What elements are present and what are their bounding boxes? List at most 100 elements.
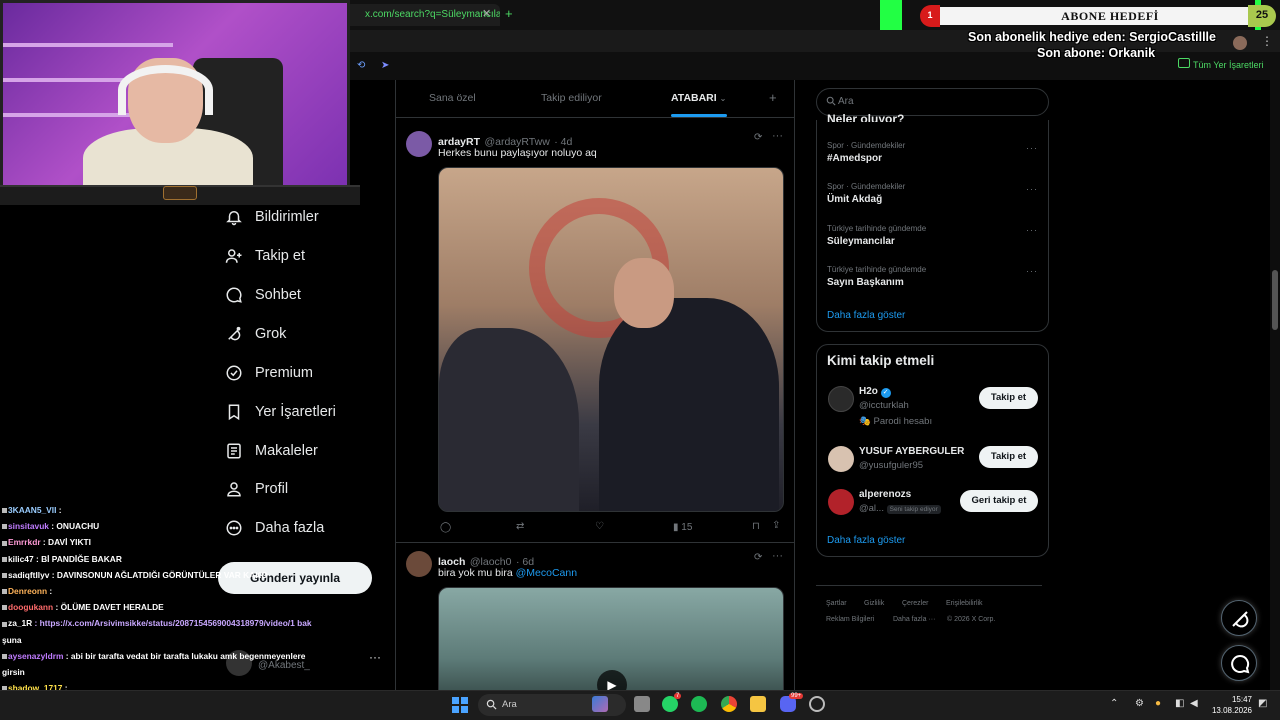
trend-name[interactable]: Ümit Akdağ (827, 194, 882, 205)
grok-icon[interactable]: ⟳ (754, 132, 762, 143)
nav-profile[interactable]: Profil (224, 475, 288, 503)
volume-icon[interactable]: ◧ (1175, 698, 1184, 709)
task-view-icon[interactable] (634, 696, 650, 712)
scrollbar-thumb[interactable] (1272, 270, 1278, 330)
profile-avatar[interactable] (1233, 36, 1247, 50)
trend-more-icon[interactable]: ··· (1026, 184, 1038, 194)
tab-following[interactable]: Takip ediliyor (541, 92, 602, 104)
follow-handle-text: @al... (859, 503, 884, 514)
headphones (118, 65, 213, 115)
share-icon[interactable]: ⇪ (772, 520, 780, 531)
tweet-video[interactable]: ▶ (438, 587, 784, 707)
chat-badge-icon (2, 605, 7, 611)
taskbar-clock[interactable]: 15:47 13.08.2026 (1206, 694, 1252, 716)
follow-name[interactable]: H2o ✓ (859, 386, 891, 398)
tweet-more-icon[interactable]: ··· (772, 550, 783, 562)
footer-link[interactable]: Gizlilik (864, 600, 884, 607)
footer-link[interactable]: Daha fazla ··· (893, 616, 935, 623)
follow-avatar[interactable] (828, 446, 854, 472)
speaker-icon[interactable]: ◀ (1190, 698, 1198, 709)
nav-chat[interactable]: Sohbet (224, 281, 301, 309)
grok-icon[interactable]: ⟳ (754, 552, 762, 563)
bookmark-icon[interactable]: ⊓ (752, 521, 760, 532)
close-tab-icon[interactable]: ✕ (482, 7, 491, 20)
grok-fab[interactable] (1221, 600, 1257, 636)
follow-button[interactable]: Takip et (979, 387, 1038, 409)
tweet-text-body: bira yok mu bira (438, 567, 516, 579)
chat-message: şuna (2, 634, 22, 646)
nav-premium[interactable]: Premium (224, 359, 313, 387)
app-icon[interactable] (809, 696, 825, 712)
tweet-more-icon[interactable]: ··· (772, 130, 783, 142)
folder-icon[interactable] (750, 696, 766, 712)
new-tab-button[interactable]: + (505, 6, 513, 21)
account-more-icon[interactable]: ··· (369, 650, 381, 664)
sub-goal-title: ABONE HEDEFİ (1061, 9, 1159, 23)
tweet-mention[interactable]: @MecoCann (516, 567, 577, 579)
nav-grok[interactable]: Grok (224, 320, 286, 348)
nav-bookmarks[interactable]: Yer İşaretleri (224, 398, 336, 426)
nav-label: Bildirimler (255, 209, 319, 225)
retweet-icon[interactable]: ⇄ (516, 521, 524, 532)
like-icon[interactable]: ♡ (595, 521, 604, 532)
trend-more-icon[interactable]: ··· (1026, 225, 1038, 235)
chrome-icon[interactable] (721, 696, 737, 712)
messages-fab[interactable] (1221, 645, 1257, 681)
tweet-avatar[interactable] (406, 551, 432, 577)
tweet-video[interactable] (438, 167, 784, 512)
follow-name[interactable]: alperenozs (859, 489, 911, 500)
chat-username: za_1R (8, 618, 33, 629)
folder-icon (1178, 58, 1190, 68)
windows-start-icon[interactable] (452, 697, 468, 713)
footer-link[interactable]: Çerezler (902, 600, 928, 607)
scrollbar-track[interactable] (1270, 80, 1280, 690)
follow-name[interactable]: YUSUF AYBERGULER (859, 446, 964, 457)
add-tab-button[interactable]: + (769, 90, 777, 105)
chat-username: Denreonn (8, 586, 48, 596)
trend-name[interactable]: Süleymancılar (827, 236, 895, 247)
chevron-up-icon[interactable]: ⌃ (1110, 698, 1118, 709)
follow-button[interactable]: Takip et (979, 446, 1038, 468)
follows-you-badge: Seni takip ediyor (886, 505, 941, 514)
bookmarks-folder-all[interactable]: Tüm Yer İşaretleri (1193, 60, 1264, 70)
trend-more-icon[interactable]: ··· (1026, 143, 1038, 153)
nav-more[interactable]: Daha fazla (224, 514, 324, 542)
follow-show-more[interactable]: Daha fazla göster (827, 535, 905, 546)
tab-atabari[interactable]: ATABARI ⌄ (671, 92, 726, 104)
nav-notifications[interactable]: Bildirimler (224, 203, 319, 231)
divider (816, 585, 1042, 586)
trend-name[interactable]: #Amedspor (827, 153, 882, 164)
widget-icon[interactable] (592, 696, 608, 712)
nav-follow[interactable]: Takip et (224, 242, 305, 270)
views-stat[interactable]: ▮ 15 (673, 522, 692, 533)
trend-name[interactable]: Sayın Başkanım (827, 277, 904, 288)
follow-avatar[interactable] (828, 489, 854, 515)
chat-link-text[interactable]: : https://x.com/Arsivimsikke/status/2087… (35, 618, 312, 628)
tab-for-you[interactable]: Sana özel (429, 92, 476, 104)
chat-message: Emrrkdr : DAVİ YIKTI (2, 536, 91, 548)
nav-articles[interactable]: Makaleler (224, 437, 318, 465)
mic-icon[interactable]: ● (1155, 698, 1161, 709)
footer-link[interactable]: Reklam Bilgileri (826, 616, 874, 623)
nav-label: Premium (255, 365, 314, 381)
views-icon: ▮ (673, 522, 679, 533)
footer-link[interactable]: Şartlar (826, 600, 847, 607)
grok-icon (224, 324, 244, 344)
footer-link[interactable]: Erişilebilirlik (946, 600, 983, 607)
notification-icon[interactable]: ◩ (1258, 698, 1267, 709)
spotify-icon[interactable] (691, 696, 707, 712)
follow-avatar[interactable] (828, 386, 854, 412)
chat-username: kilic47 (8, 553, 34, 564)
trends-show-more[interactable]: Daha fazla göster (827, 310, 905, 321)
follow-back-button[interactable]: Geri takip et (960, 490, 1038, 512)
extension-arrow-icon[interactable]: ➤ (381, 60, 389, 71)
chat-message: aysenazyldrm : abi bir tarafta vedat bir… (2, 650, 305, 662)
browser-menu-icon[interactable]: ⋮ (1261, 34, 1273, 48)
extension-icon[interactable]: ⟲ (357, 60, 365, 71)
reply-icon[interactable]: ◯ (440, 522, 451, 533)
browser-tab-active[interactable]: x.com/search?q=Süleymancılar (345, 4, 500, 26)
trend-more-icon[interactable]: ··· (1026, 266, 1038, 276)
tweet-avatar[interactable] (406, 131, 432, 157)
chat-bubble-icon (224, 285, 244, 305)
network-icon[interactable]: ⚙ (1135, 698, 1144, 709)
